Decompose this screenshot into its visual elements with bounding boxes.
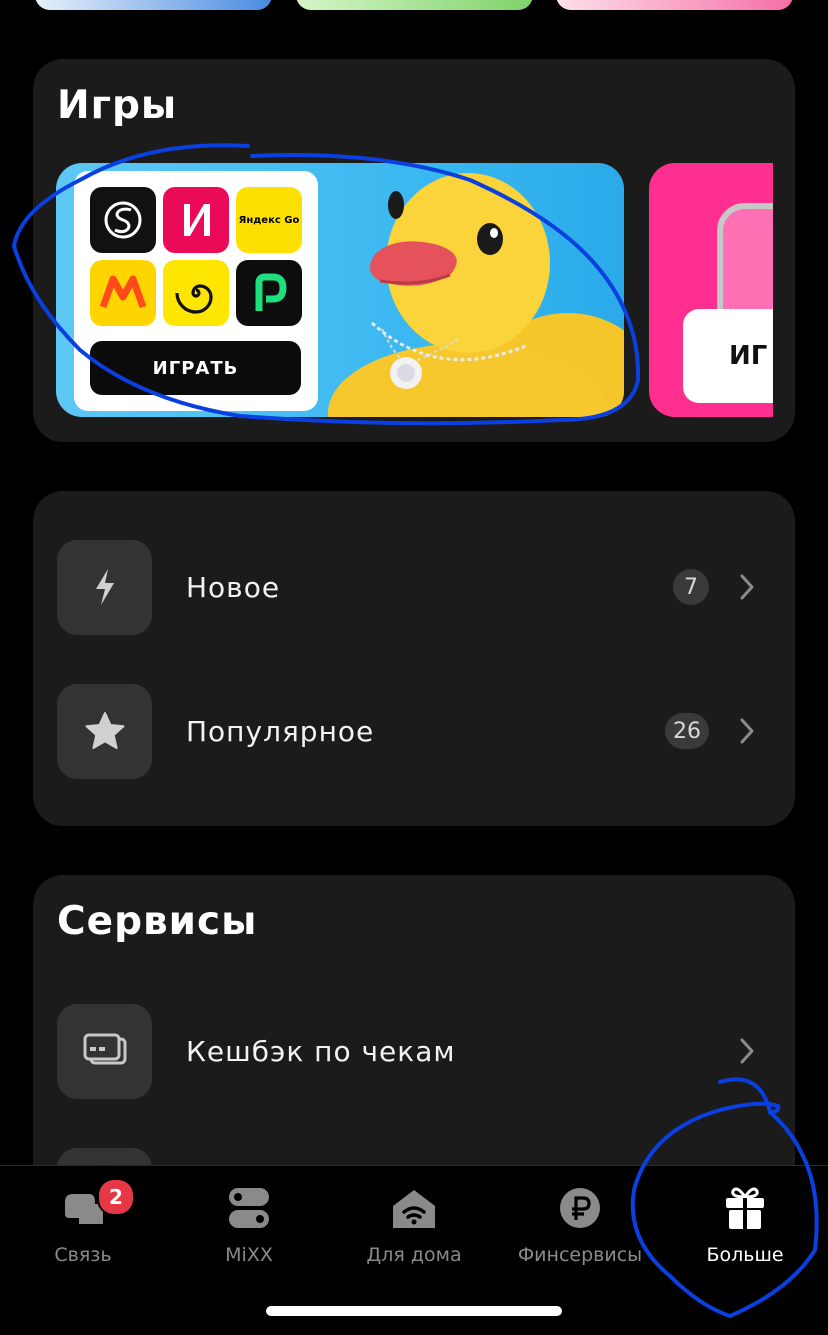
receipt-cards-icon bbox=[57, 1003, 152, 1099]
chevron-right-icon bbox=[735, 1033, 759, 1069]
app-tile-p-logo bbox=[236, 260, 302, 326]
tab-more-label: Больше bbox=[706, 1244, 784, 1266]
app-tile-ivi bbox=[163, 187, 229, 253]
menu-item-new-label: Новое bbox=[186, 570, 281, 604]
menu-item-popular-count: 26 bbox=[665, 713, 709, 749]
lightning-icon bbox=[57, 539, 152, 635]
rubber-duck-illustration bbox=[328, 173, 624, 417]
banner-next-play-label: ИГ bbox=[729, 341, 768, 371]
top-card-pink[interactable] bbox=[556, 0, 793, 10]
top-card-green[interactable] bbox=[296, 0, 533, 10]
menu-item-new[interactable]: Новое 7 bbox=[57, 539, 771, 635]
services-title: Сервисы bbox=[57, 899, 258, 944]
app-tile-yandex-go: Яндекс Go bbox=[236, 187, 302, 253]
games-panel: Игры Яндекс Go ИГРАТЬ ИГ bbox=[33, 59, 795, 442]
tab-mixx[interactable]: MiXX bbox=[166, 1166, 332, 1286]
tab-mixx-label: MiXX bbox=[225, 1244, 273, 1266]
gift-icon bbox=[721, 1184, 769, 1232]
play-button-label: ИГРАТЬ bbox=[152, 357, 239, 379]
tab-finservices[interactable]: Финсервисы bbox=[497, 1166, 663, 1286]
home-wifi-icon bbox=[390, 1184, 438, 1232]
games-banner-next[interactable]: ИГ bbox=[649, 163, 773, 417]
menu-item-popular-label: Популярное bbox=[186, 714, 375, 748]
app-tile-market bbox=[90, 260, 156, 326]
menu-panel: Новое 7 Популярное 26 bbox=[33, 491, 795, 826]
play-button[interactable]: ИГРАТЬ bbox=[90, 341, 301, 395]
games-banner[interactable]: Яндекс Go ИГРАТЬ bbox=[56, 163, 624, 417]
service-item-cashback-label: Кешбэк по чекам bbox=[186, 1034, 456, 1068]
tab-home-label: Для дома bbox=[366, 1244, 462, 1266]
games-apps-block: Яндекс Go ИГРАТЬ bbox=[74, 171, 318, 411]
chevron-right-icon bbox=[735, 713, 759, 749]
yandex-go-label: Яндекс Go bbox=[238, 214, 300, 226]
home-indicator bbox=[266, 1306, 562, 1316]
tab-finservices-label: Финсервисы bbox=[517, 1244, 643, 1266]
menu-item-popular[interactable]: Популярное 26 bbox=[57, 683, 771, 779]
games-title: Игры bbox=[57, 83, 178, 128]
chat-bubbles-icon: 2 bbox=[59, 1178, 135, 1232]
tab-svyaz-label: Связь bbox=[54, 1244, 112, 1266]
top-card-blue[interactable] bbox=[35, 0, 272, 10]
banner-next-play[interactable]: ИГ bbox=[683, 309, 773, 403]
menu-item-new-count: 7 bbox=[673, 569, 709, 605]
tab-more[interactable]: Больше bbox=[662, 1166, 828, 1286]
ruble-icon bbox=[556, 1184, 604, 1232]
toggles-icon bbox=[225, 1184, 273, 1232]
tab-svyaz-badge: 2 bbox=[97, 1178, 135, 1216]
app-tile-spiral bbox=[163, 260, 229, 326]
chevron-right-icon bbox=[735, 569, 759, 605]
service-item-cashback[interactable]: Кешбэк по чекам bbox=[57, 1003, 771, 1099]
tab-svyaz[interactable]: 2 Связь bbox=[0, 1166, 166, 1286]
app-tile-s-logo bbox=[90, 187, 156, 253]
tab-home[interactable]: Для дома bbox=[331, 1166, 497, 1286]
star-icon bbox=[57, 683, 152, 779]
